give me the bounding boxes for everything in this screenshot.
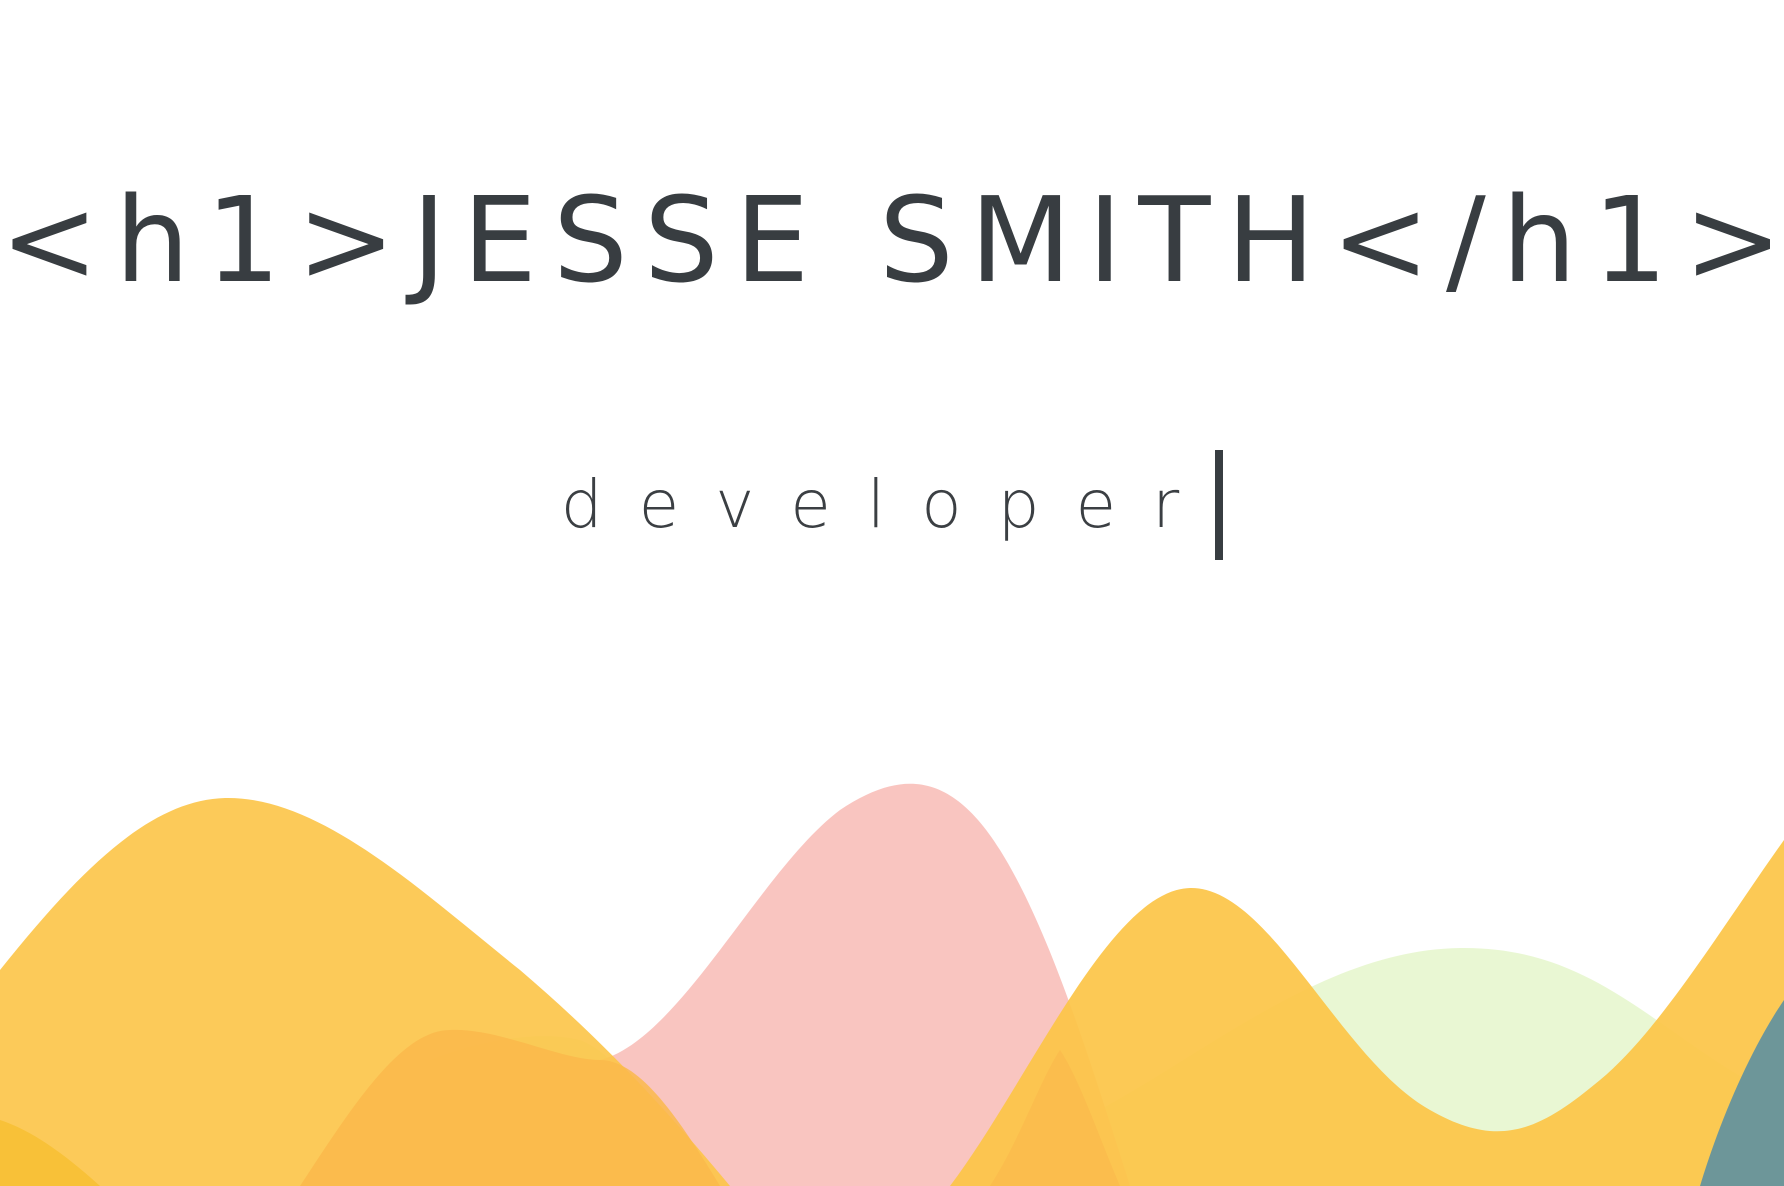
background-waves [0,783,1784,1186]
hero-page: <h1>JESSE SMITH</h1> developer [0,0,1784,1186]
